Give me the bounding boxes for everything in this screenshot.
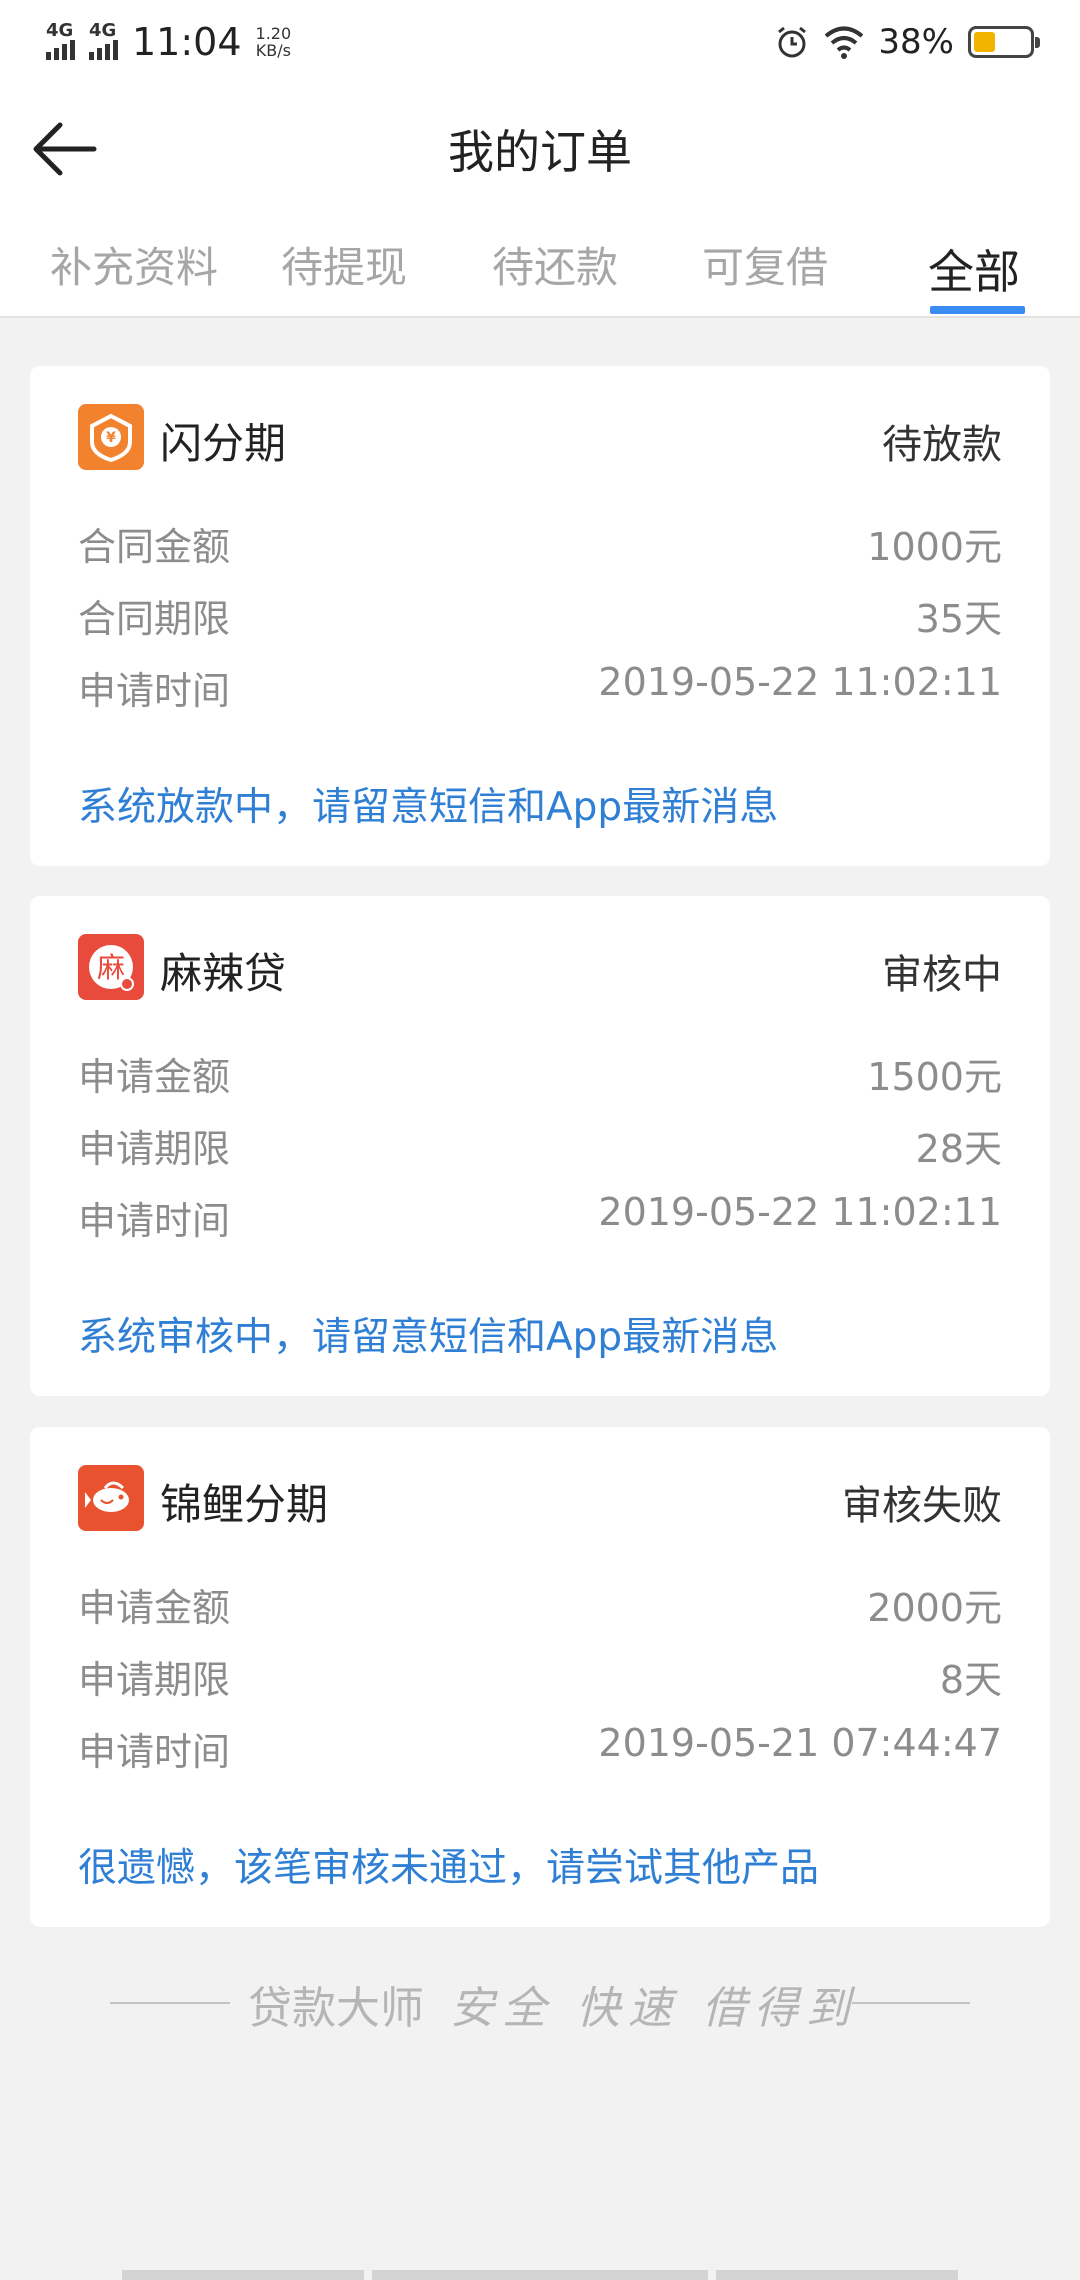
back-button[interactable] [30, 119, 100, 179]
detail-value: 28天 [915, 1127, 1002, 1171]
order-card[interactable]: 锦鲤分期 审核失败 申请金额 2000元 申请期限 8天 申请时间 2019-0… [30, 1427, 1050, 1927]
footer-divider-right [852, 2002, 970, 2004]
detail-label: 申请时间 [78, 669, 231, 713]
detail-value: 35天 [915, 597, 1002, 641]
speed-value: 1.20 [255, 24, 292, 43]
detail-row: 合同期限 35天 [78, 588, 1002, 644]
detail-row: 申请金额 1500元 [78, 1046, 1002, 1102]
app-name: 锦鲤分期 [160, 1480, 329, 1529]
detail-row: 申请金额 2000元 [78, 1577, 1002, 1633]
detail-value: 2019-05-22 11:02:11 [598, 1190, 1002, 1234]
battery-icon [968, 26, 1040, 58]
detail-label: 申请时间 [78, 1199, 231, 1243]
order-note: 系统放款中，请留意短信和App最新消息 [78, 785, 779, 830]
detail-row: 申请时间 2019-05-22 11:02:11 [78, 1190, 1002, 1246]
order-card-header: ¥ 闪分期 待放款 [78, 404, 1002, 472]
yen-shield-icon: ¥ [78, 404, 144, 470]
footer-brand: 贷款大师 [248, 1983, 424, 2034]
koi-fish-icon-graphic [85, 1481, 129, 1512]
detail-label: 申请金额 [78, 1586, 231, 1630]
active-tab-indicator [930, 306, 1025, 314]
tab-pending-repayment[interactable]: 待还款 [492, 234, 618, 295]
detail-value: 2019-05-22 11:02:11 [598, 660, 1002, 704]
wifi-icon [825, 26, 864, 59]
ma-character-icon-graphic: 麻 [89, 945, 134, 991]
order-card[interactable]: 麻 麻辣贷 审核中 申请金额 1500元 申请期限 28天 申请时间 2019-… [30, 896, 1050, 1396]
footer-divider-left [110, 2002, 230, 2004]
app-header: 我的订单 [0, 84, 1080, 214]
detail-row: 合同金额 1000元 [78, 516, 1002, 572]
yen-shield-icon-graphic: ¥ [90, 413, 132, 463]
order-status: 审核中 [882, 952, 1002, 998]
arrow-left-icon[interactable] [30, 121, 98, 177]
detail-value: 2000元 [867, 1586, 1002, 1630]
order-note: 很遗憾，该笔审核未通过，请尝试其他产品 [78, 1846, 820, 1891]
tab-supplement-info[interactable]: 补充资料 [50, 234, 218, 295]
ma-character-icon: 麻 [78, 934, 144, 1000]
clock: 11:04 [132, 20, 242, 64]
app-name: 麻辣贷 [160, 949, 287, 998]
order-status: 待放款 [882, 422, 1002, 468]
detail-value: 2019-05-21 07:44:47 [598, 1721, 1002, 1765]
tab-reborrowable[interactable]: 可复借 [702, 234, 828, 295]
koi-fish-icon [78, 1465, 144, 1531]
signal-icon-2: 4G [89, 20, 118, 60]
detail-row: 申请时间 2019-05-22 11:02:11 [78, 660, 1002, 716]
detail-label: 申请期限 [78, 1127, 231, 1171]
order-status: 审核失败 [842, 1483, 1002, 1529]
order-card-header: 锦鲤分期 审核失败 [78, 1465, 1002, 1533]
detail-label: 合同期限 [78, 597, 231, 641]
detail-label: 申请期限 [78, 1658, 231, 1702]
battery-level [974, 32, 995, 52]
order-tabs: 补充资料 待提现 待还款 可复借 全部 [0, 214, 1080, 318]
order-card-header: 麻 麻辣贷 审核中 [78, 934, 1002, 1002]
detail-value: 1000元 [867, 525, 1002, 569]
alarm-icon [778, 26, 807, 58]
detail-row: 申请期限 8天 [78, 1649, 1002, 1705]
status-bar: 4G 4G 11:04 1.20 KB/s 38% [0, 0, 1080, 84]
detail-value: 1500元 [867, 1055, 1002, 1099]
tab-pending-withdrawal[interactable]: 待提现 [281, 234, 407, 295]
order-card[interactable]: ¥ 闪分期 待放款 合同金额 1000元 合同期限 35天 申请时间 2019-… [30, 366, 1050, 866]
footer-tagline: 贷款大师 安全 快速 借得到 [248, 1972, 858, 2036]
detail-label: 申请时间 [78, 1730, 231, 1774]
detail-row: 申请时间 2019-05-21 07:44:47 [78, 1721, 1002, 1777]
signal-icon: 4G [46, 20, 75, 60]
battery-percent: 38% [878, 22, 954, 62]
tab-all[interactable]: 全部 [928, 236, 1020, 302]
detail-label: 合同金额 [78, 525, 231, 569]
svg-text:¥: ¥ [106, 430, 116, 446]
order-note: 系统审核中，请留意短信和App最新消息 [78, 1315, 779, 1360]
speed-unit: KB/s [255, 41, 291, 60]
detail-value: 8天 [939, 1658, 1002, 1702]
bottom-scroll-hint [0, 2270, 1080, 2280]
network-speed: 1.20 KB/s [256, 25, 292, 59]
icon-glyph: 麻 [97, 951, 125, 984]
page-title: 我的订单 [448, 125, 632, 179]
network-type-1: 4G [46, 20, 74, 41]
detail-label: 申请金额 [78, 1055, 231, 1099]
app-name: 闪分期 [160, 419, 287, 468]
status-bar-right: 38% [774, 22, 1040, 62]
status-bar-left: 4G 4G 11:04 1.20 KB/s [46, 20, 291, 64]
network-type-2: 4G [89, 20, 117, 41]
footer-slogan: 安全 快速 借得到 [450, 1983, 858, 2034]
detail-row: 申请期限 28天 [78, 1118, 1002, 1174]
